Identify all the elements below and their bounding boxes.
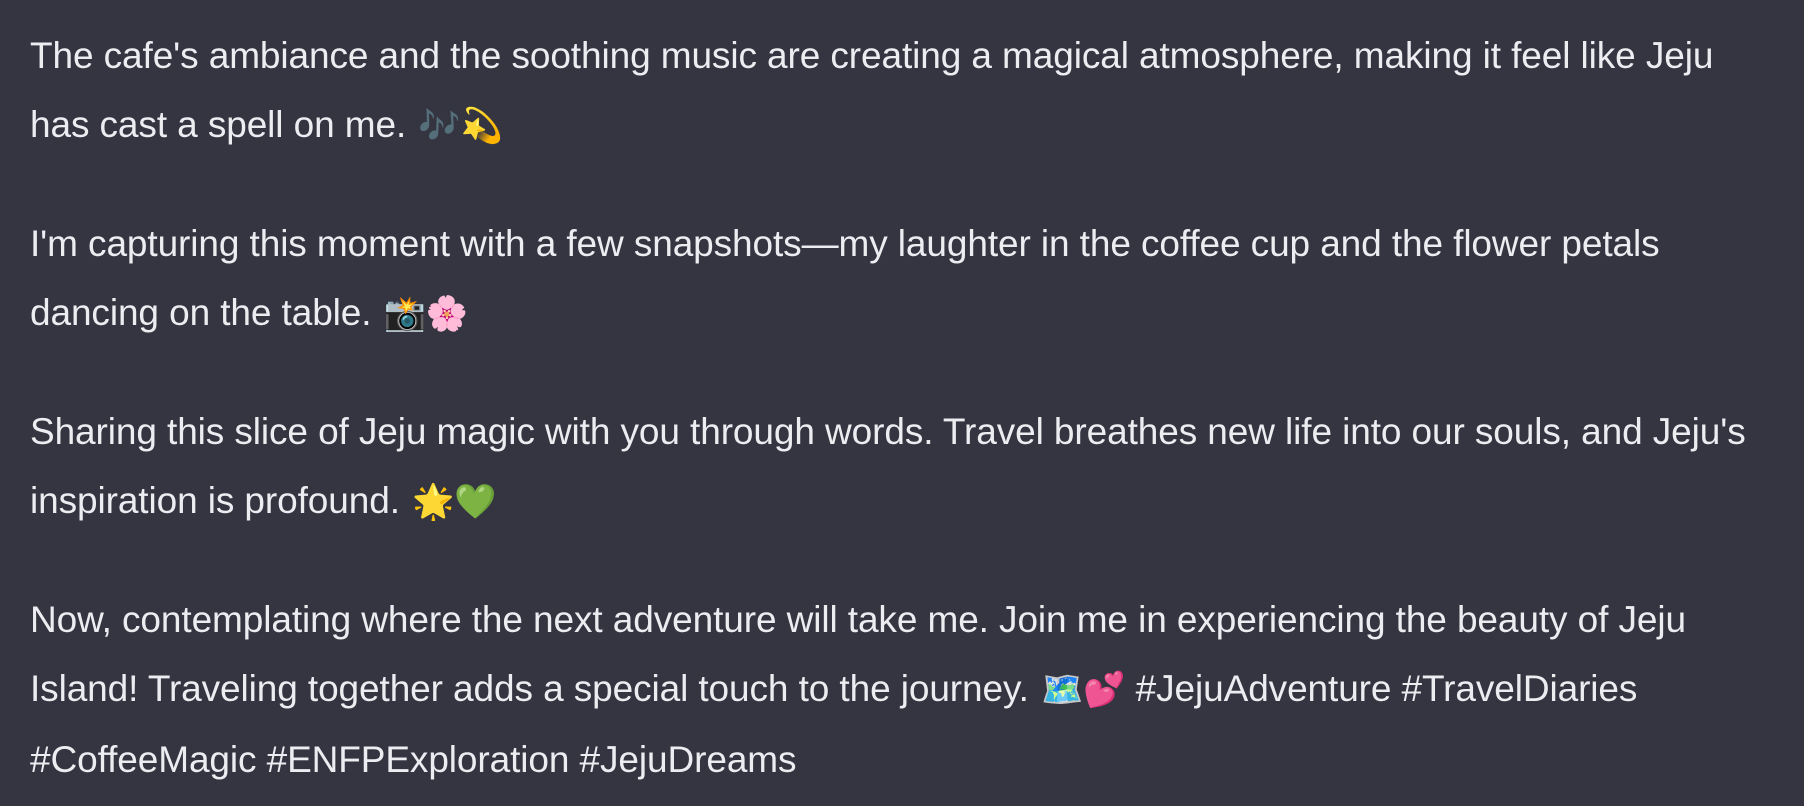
map-hearts-emoji-icon: 🗺️💕 <box>1041 670 1126 710</box>
music-sparkle-emoji-icon: 🎶💫 <box>418 106 503 146</box>
paragraph-text: The cafe's ambiance and the soothing mus… <box>30 35 1714 145</box>
camera-flower-emoji-icon: 📸🌸 <box>383 294 469 334</box>
star-heart-emoji-icon: 🌟💚 <box>412 482 497 522</box>
assistant-message: The cafe's ambiance and the soothing mus… <box>0 0 1804 794</box>
message-paragraph: I'm capturing this moment with a few sna… <box>30 209 1774 349</box>
message-paragraph: Now, contemplating where the next advent… <box>30 585 1774 794</box>
paragraph-text: I'm capturing this moment with a few sna… <box>30 223 1660 333</box>
paragraph-text: Sharing this slice of Jeju magic with yo… <box>30 411 1746 521</box>
message-paragraph: The cafe's ambiance and the soothing mus… <box>30 21 1774 161</box>
message-paragraph: Sharing this slice of Jeju magic with yo… <box>30 397 1774 537</box>
